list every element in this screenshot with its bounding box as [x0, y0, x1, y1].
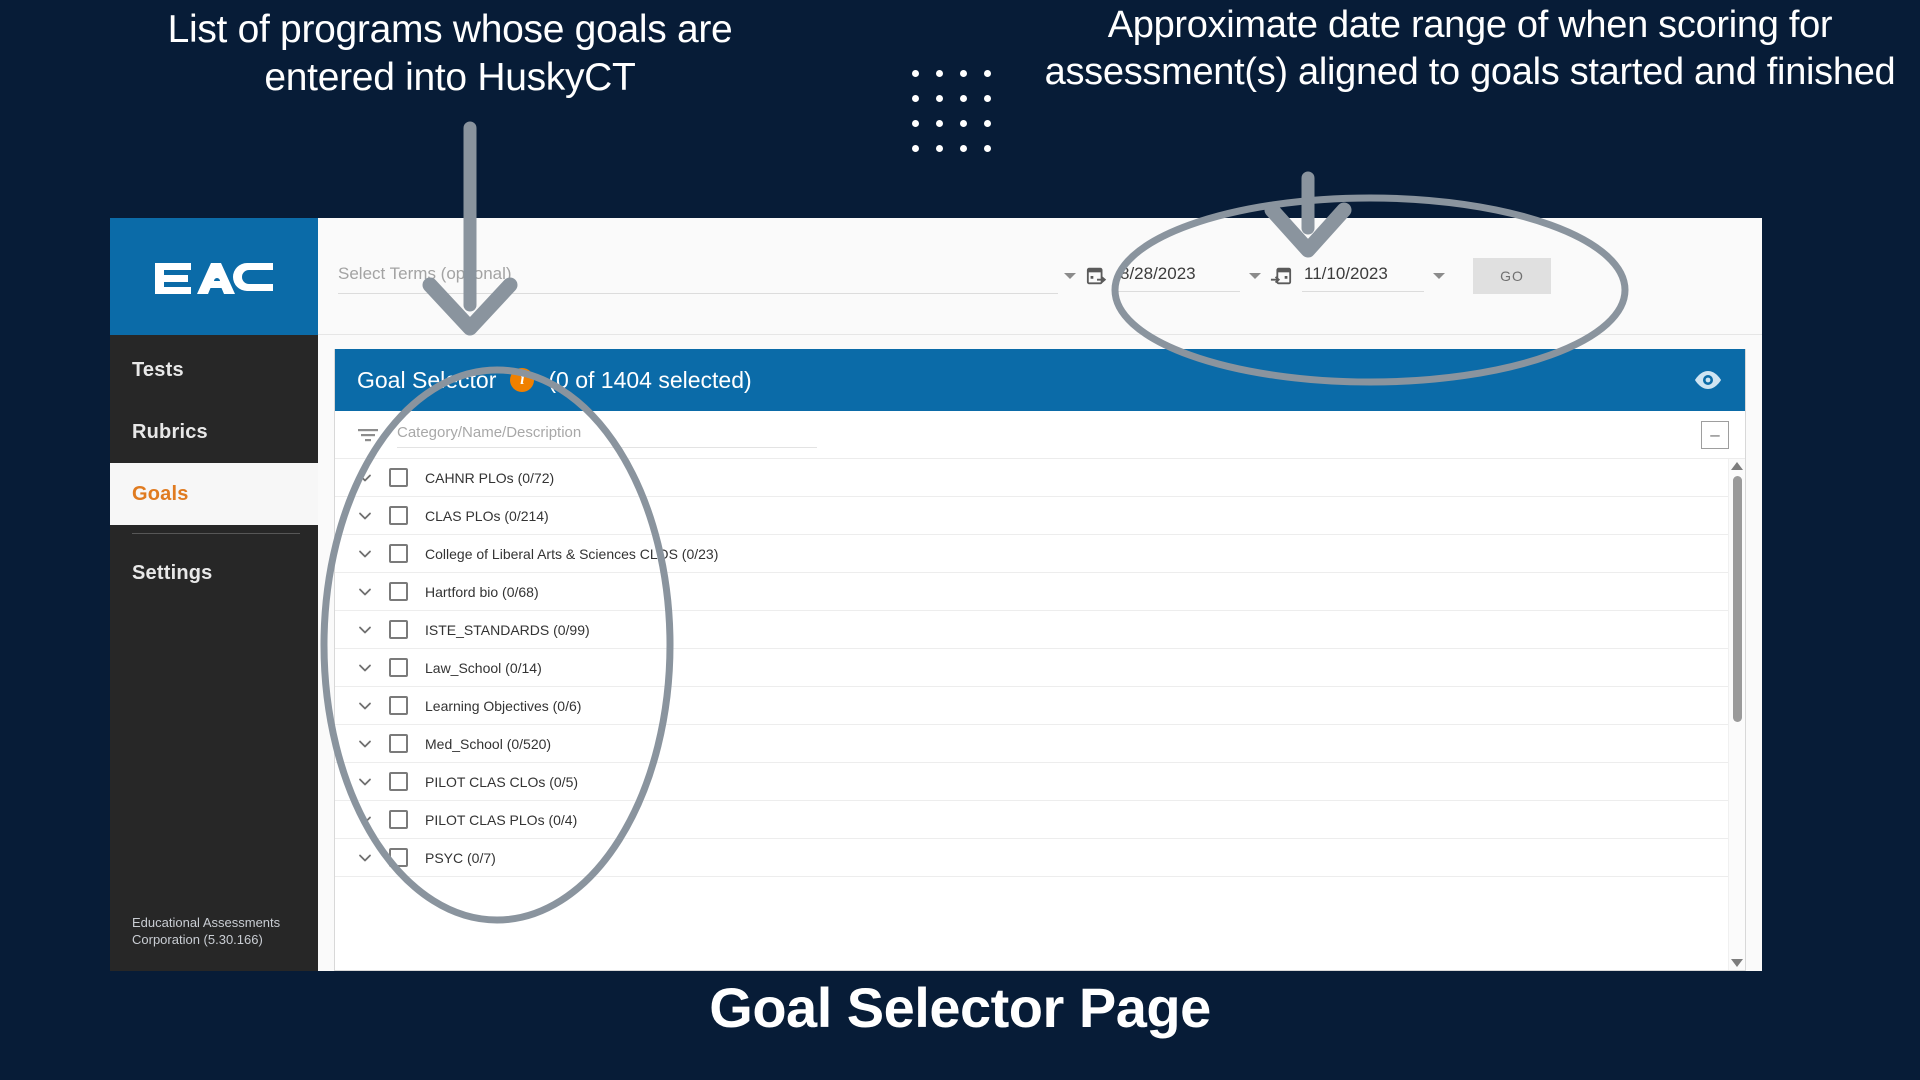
table-row[interactable]: Law_School (0/14) — [335, 649, 1728, 687]
application-window: Tests Rubrics Goals Settings Educational… — [110, 218, 1762, 971]
chevron-down-icon[interactable] — [357, 660, 373, 676]
table-row[interactable]: ISTE_STANDARDS (0/99) — [335, 611, 1728, 649]
table-row[interactable]: College of Liberal Arts & Sciences CLOS … — [335, 535, 1728, 573]
annotation-right: Approximate date range of when scoring f… — [1044, 4, 1896, 94]
sidebar-nav: Tests Rubrics Goals Settings — [110, 335, 318, 914]
filter-row: – — [335, 411, 1745, 459]
row-label: CLAS PLOs (0/214) — [425, 507, 549, 524]
info-icon[interactable]: i — [510, 368, 535, 392]
row-checkbox[interactable] — [389, 582, 408, 601]
chevron-down-icon[interactable] — [357, 698, 373, 714]
chevron-down-icon[interactable] — [357, 508, 373, 524]
row-checkbox[interactable] — [389, 620, 408, 639]
sidebar-divider — [132, 533, 300, 534]
eye-icon[interactable] — [1693, 369, 1723, 391]
category-search-input[interactable] — [397, 421, 817, 448]
row-label: PSYC (0/7) — [425, 849, 496, 866]
start-date-caret-icon[interactable] — [1249, 273, 1261, 279]
start-date-field[interactable]: 8/28/2023 — [1086, 260, 1240, 292]
calendar-end-icon — [1270, 267, 1292, 285]
table-row[interactable]: Hartford bio (0/68) — [335, 573, 1728, 611]
row-checkbox[interactable] — [389, 544, 408, 563]
go-button[interactable]: GO — [1473, 258, 1551, 294]
table-row[interactable]: Learning Objectives (0/6) — [335, 687, 1728, 725]
selected-count: (0 of 1404 selected) — [548, 366, 752, 393]
footer-line-2: Corporation (5.30.166) — [132, 932, 263, 948]
scroll-up-arrow-icon[interactable] — [1731, 462, 1743, 470]
chevron-down-icon[interactable] — [357, 850, 373, 866]
sidebar-item-settings[interactable]: Settings — [110, 542, 318, 604]
row-label: PILOT CLAS CLOs (0/5) — [425, 773, 579, 790]
sidebar-item-goals[interactable]: Goals — [110, 463, 318, 525]
slide-title: Goal Selector Page — [709, 976, 1211, 1039]
card-title: Goal Selector — [357, 366, 497, 393]
toolbar: 8/28/2023 11/10/2023 GO — [318, 218, 1762, 335]
scrollbar-thumb[interactable] — [1732, 476, 1742, 722]
annotation-left: List of programs whose goals are entered… — [167, 8, 733, 100]
table-row[interactable]: CAHNR PLOs (0/72) — [335, 459, 1728, 497]
row-checkbox[interactable] — [389, 772, 408, 791]
scroll-down-arrow-icon[interactable] — [1731, 959, 1743, 967]
calendar-start-icon — [1086, 267, 1107, 285]
chevron-down-icon[interactable] — [357, 470, 373, 486]
end-date-value: 11/10/2023 — [1302, 260, 1424, 292]
terms-dropdown-caret-icon[interactable] — [1064, 273, 1076, 279]
row-label: Med_School (0/520) — [425, 735, 552, 752]
sidebar-item-label: Tests — [132, 358, 184, 381]
goal-selector-card: Goal Selector i (0 of 1404 selected) Cat… — [334, 349, 1746, 971]
collapse-all-button[interactable]: – — [1701, 420, 1729, 449]
row-label: CAHNR PLOs (0/72) — [425, 469, 555, 486]
sidebar: Tests Rubrics Goals Settings Educational… — [110, 218, 318, 971]
row-label: College of Liberal Arts & Sciences CLOS … — [425, 545, 719, 562]
table-row[interactable]: CLAS PLOs (0/214) — [335, 497, 1728, 535]
table-row[interactable]: PSYC (0/7) — [335, 839, 1728, 877]
date-range-group: 8/28/2023 11/10/2023 — [1086, 260, 1445, 292]
row-label: PILOT CLAS PLOs (0/4) — [425, 811, 578, 828]
row-checkbox[interactable] — [389, 506, 408, 525]
footer-line-1: Educational Assessments — [132, 914, 281, 930]
row-label: Law_School (0/14) — [425, 659, 542, 676]
sidebar-item-rubrics[interactable]: Rubrics — [110, 401, 318, 463]
goal-tree-wrapper: CAHNR PLOs (0/72) CLAS PLOs (0/214) Colleg… — [335, 459, 1745, 970]
chevron-down-icon[interactable] — [357, 736, 373, 752]
goal-selector-header: Goal Selector i (0 of 1404 selected) — [335, 349, 1745, 411]
row-checkbox[interactable] — [389, 658, 408, 677]
end-date-caret-icon[interactable] — [1433, 273, 1445, 279]
end-date-field[interactable]: 11/10/2023 — [1270, 260, 1424, 292]
chevron-down-icon[interactable] — [357, 622, 373, 638]
dot-grid-decoration — [912, 70, 1008, 170]
goal-tree: CAHNR PLOs (0/72) CLAS PLOs (0/214) Colleg… — [335, 459, 1728, 970]
sidebar-item-tests[interactable]: Tests — [110, 339, 318, 401]
sidebar-footer: Educational Assessments Corporation (5.3… — [110, 914, 318, 971]
row-label: ISTE_STANDARDS (0/99) — [425, 621, 590, 638]
eac-logo-icon — [155, 262, 273, 294]
start-date-value: 8/28/2023 — [1118, 260, 1240, 292]
slide-stage: List of programs whose goals are entered… — [0, 0, 1920, 1080]
main-content: 8/28/2023 11/10/2023 GO — [318, 218, 1762, 971]
table-row[interactable]: PILOT CLAS PLOs (0/4) — [335, 801, 1728, 839]
row-label: Hartford bio (0/68) — [425, 583, 539, 600]
chevron-down-icon[interactable] — [357, 774, 373, 790]
table-row[interactable]: PILOT CLAS CLOs (0/5) — [335, 763, 1728, 801]
chevron-down-icon[interactable] — [357, 584, 373, 600]
terms-field — [338, 258, 1058, 294]
table-row[interactable]: Med_School (0/520) — [335, 725, 1728, 763]
sidebar-item-label: Goals — [132, 482, 189, 505]
row-checkbox[interactable] — [389, 696, 408, 715]
sidebar-item-label: Settings — [132, 561, 213, 584]
row-checkbox[interactable] — [389, 734, 408, 753]
chevron-down-icon[interactable] — [357, 546, 373, 562]
select-terms-input[interactable] — [338, 258, 1058, 294]
row-checkbox[interactable] — [389, 848, 408, 867]
row-checkbox[interactable] — [389, 468, 408, 487]
sidebar-item-label: Rubrics — [132, 420, 208, 443]
row-checkbox[interactable] — [389, 810, 408, 829]
scrollbar-track[interactable] — [1729, 470, 1745, 959]
tree-scrollbar[interactable] — [1728, 459, 1745, 970]
filter-icon[interactable] — [357, 426, 379, 444]
eac-logo — [110, 218, 318, 335]
row-label: Learning Objectives (0/6) — [425, 697, 582, 714]
chevron-down-icon[interactable] — [357, 812, 373, 828]
